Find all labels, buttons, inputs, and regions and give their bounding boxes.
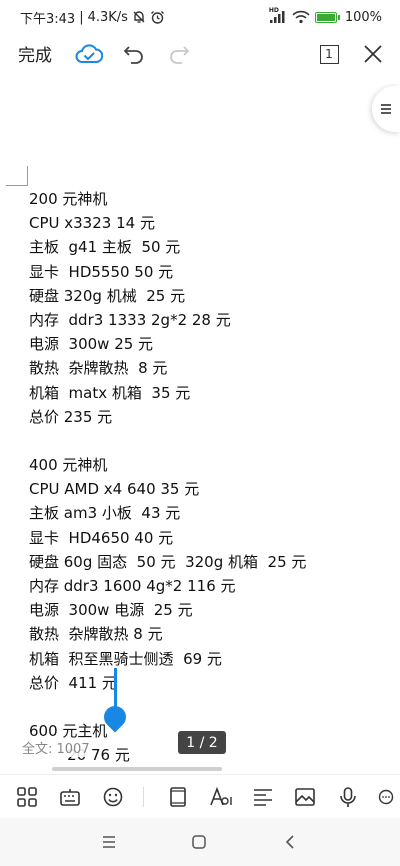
redo-icon[interactable] [165,40,193,68]
more-options-icon[interactable] [374,785,398,809]
side-menu-button[interactable] [372,86,400,132]
done-button[interactable]: 完成 [18,41,52,66]
document-line: 内存 ddr3 1600 4g*2 116 元 [29,577,236,595]
document-line: 机箱 matx 机箱 35 元 [29,383,191,402]
document-line: 主板 am3 小板 43 元 [29,504,181,523]
bottom-toolbar [0,774,400,818]
document-line: 散热 杂牌散热 8 元 [29,625,163,644]
mute-bell-icon [132,10,146,24]
system-nav-bar [0,818,400,866]
status-left: 下午3:43 | 4.3K/s [20,8,165,27]
document-line: 内存 ddr3 1333 2g*2 28 元 [29,310,231,329]
horizontal-scrollbar[interactable] [52,767,222,771]
document-line: 机箱 积至黑骑士侧透 69 元 [29,649,222,668]
page-layout-icon[interactable] [166,785,190,809]
status-right: HD 100% [268,7,382,25]
close-icon[interactable] [359,40,387,68]
keyboard-icon[interactable] [58,785,82,809]
document-line: 显卡 HD5550 50 元 [29,262,174,281]
battery-icon [314,11,340,23]
page-indicator: 1 / 2 [178,731,226,754]
menu-icon [380,100,392,119]
document-body[interactable]: 200 元神机 CPU x3323 14 元主板 g41 主板 50 元显卡 HD… [29,187,389,768]
alarm-icon [150,10,165,25]
document-line: 散热 杂牌散热 8 元 [29,359,168,378]
word-count: 全文: 1007 [22,738,90,757]
font-style-icon[interactable] [209,785,233,809]
status-separator: | [79,9,84,25]
margin-corner-mark [6,166,28,186]
apps-grid-icon[interactable] [15,785,39,809]
insert-image-icon[interactable] [293,785,317,809]
wifi-icon [292,10,310,24]
document-line: CPU x3323 14 元 [29,214,155,233]
paragraph-align-icon[interactable] [251,785,275,809]
document-line: 电源 300w 25 元 [29,335,154,354]
back-icon[interactable] [280,832,300,852]
document-line: 主板 g41 主板 50 元 [29,238,181,257]
document-line: 总价 235 元 [29,407,113,426]
microphone-icon[interactable] [336,785,360,809]
signal-icon: HD [268,7,287,24]
document-line: 硬盘 320g 机械 25 元 [29,286,186,305]
status-net-speed: 4.3K/s [87,9,128,25]
recent-apps-icon[interactable] [99,832,119,852]
status-time: 下午3:43 [20,11,76,27]
document-line: CPU AMD x4 640 35 元 [29,480,200,499]
page-count-box: 1 [319,44,339,64]
home-icon[interactable] [189,832,209,852]
document-line: 总价 411 元 [29,673,117,692]
battery-percent: 100% [344,9,382,25]
text-cursor-stem [114,668,117,710]
document-line: 硬盘 60g 固态 50 元 320g 机箱 25 元 [29,552,307,571]
document-line: 显卡 HD4650 40 元 [29,528,174,547]
toolbar-divider [143,787,144,807]
status-bar: 下午3:43 | 4.3K/s HD 100% [0,0,400,34]
undo-icon[interactable] [120,40,148,68]
document-line: 电源 300w 电源 25 元 [29,601,193,620]
emoji-icon[interactable] [101,785,125,809]
document-line: 200 元神机 [29,190,108,208]
editor-toolbar: 完成 1 [0,34,400,74]
page-count-icon[interactable]: 1 [315,40,343,68]
cloud-check-icon[interactable] [75,40,103,68]
signal-label: HD [268,7,279,14]
document-line: 400 元神机 [29,456,108,475]
